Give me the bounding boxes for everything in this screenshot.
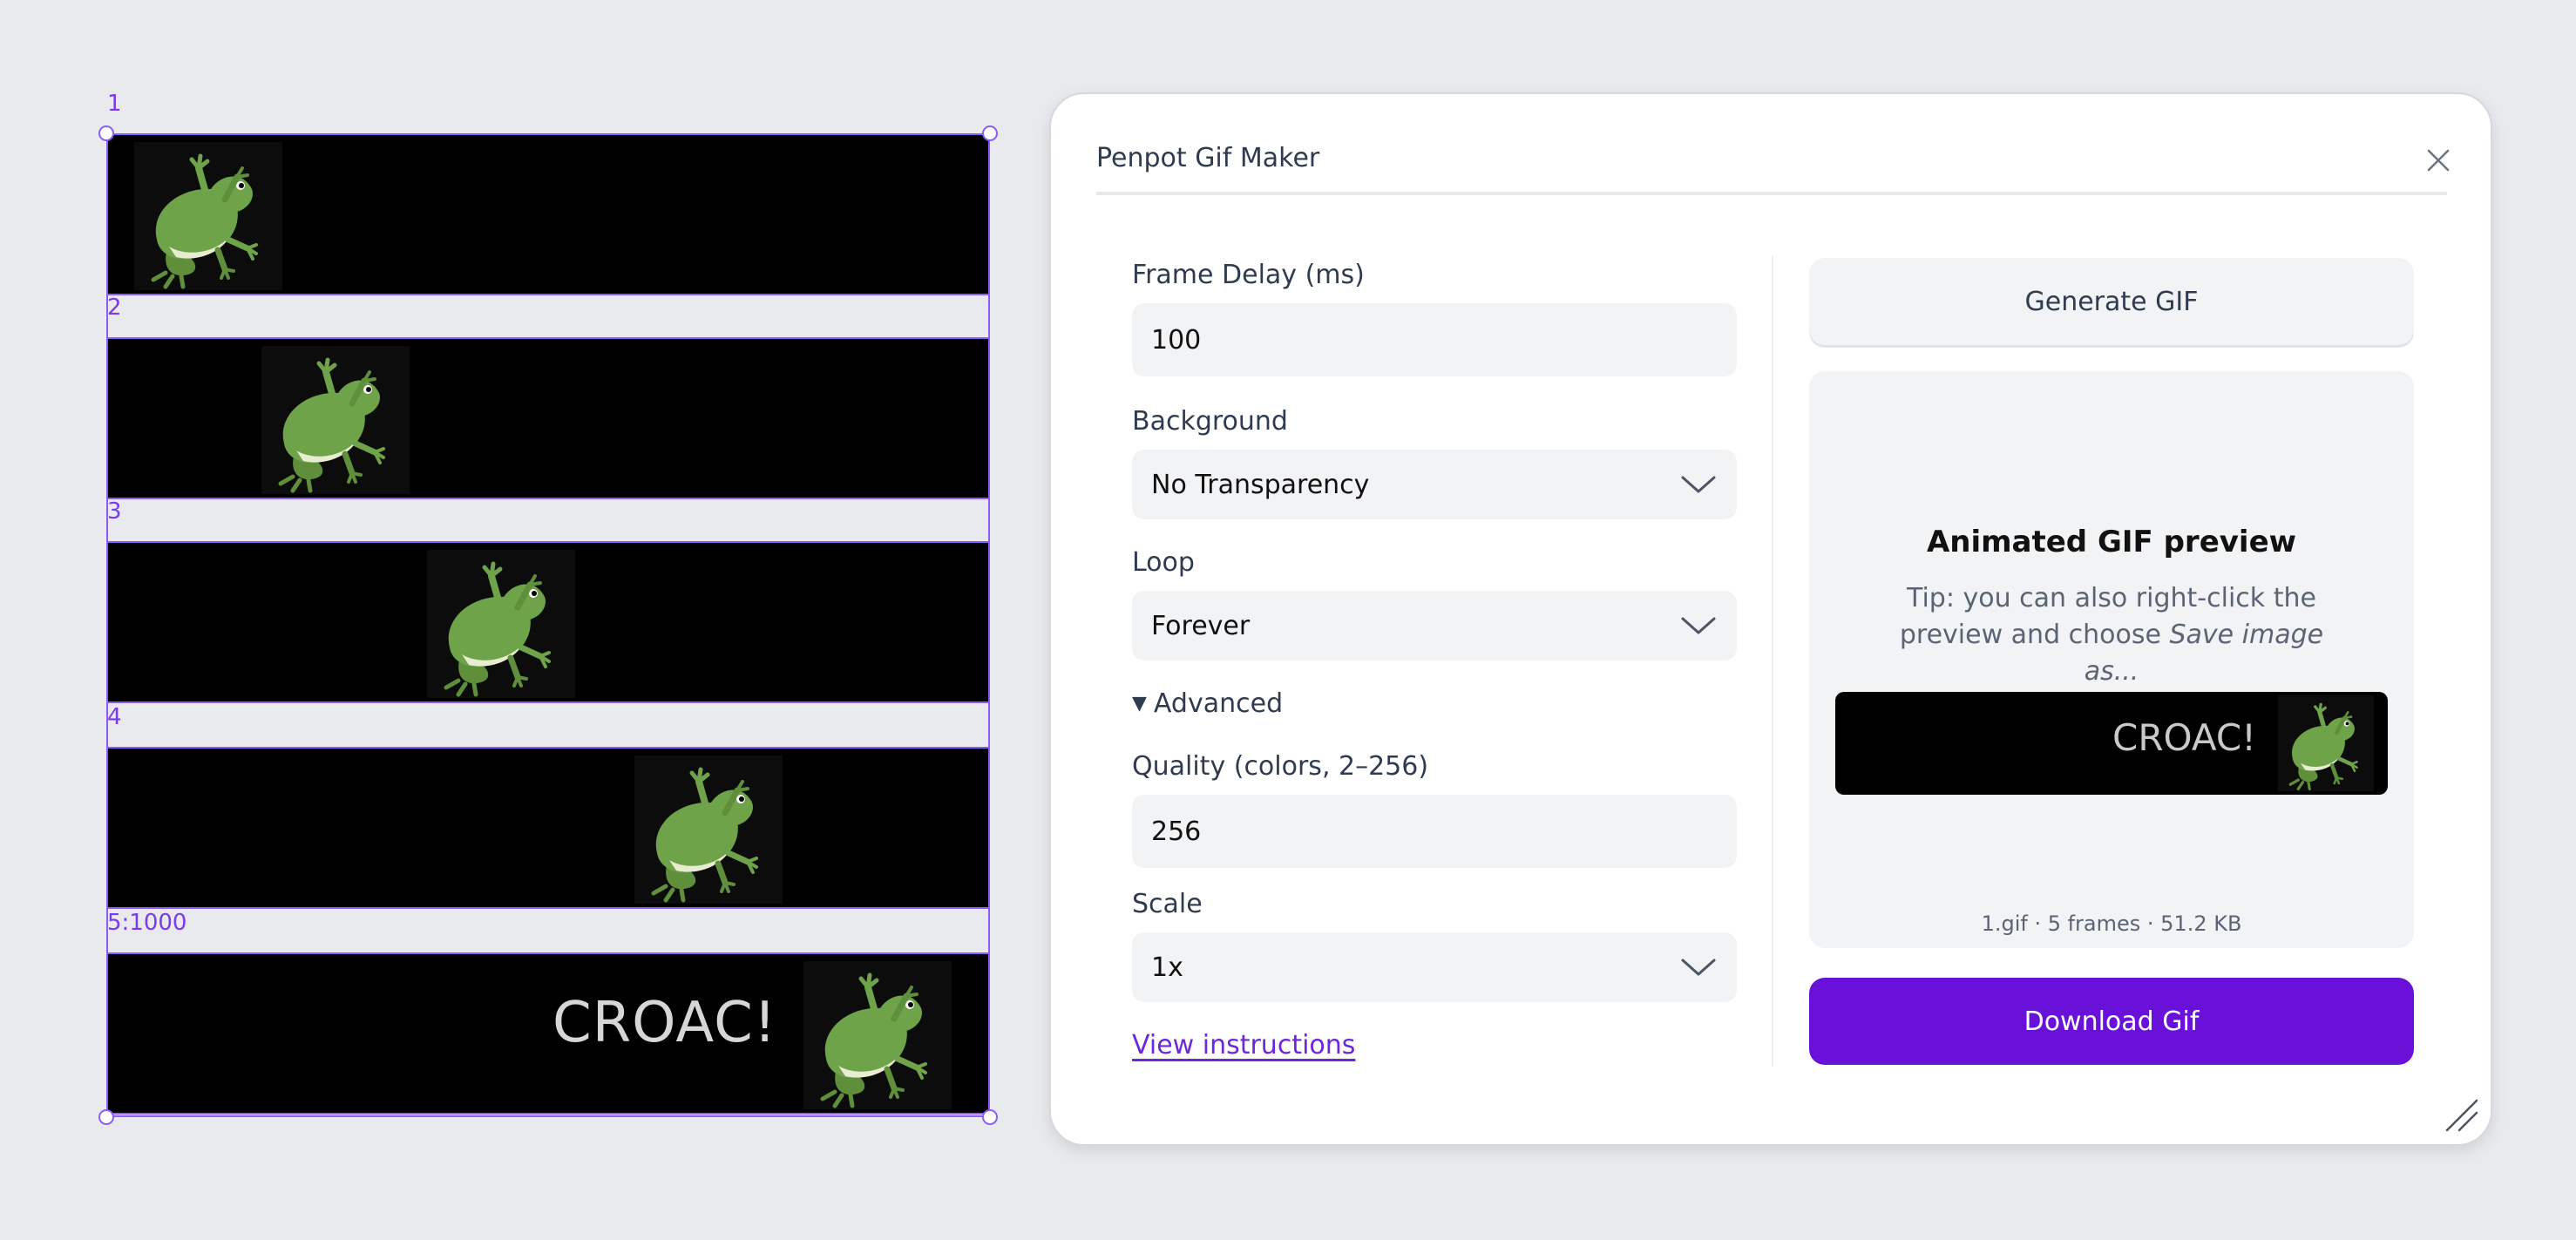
column-divider (1772, 256, 1773, 1067)
panel-title: Penpot Gif Maker (1096, 143, 1320, 173)
preview-image-text: CROAC! (2112, 716, 2256, 759)
frog-image (803, 961, 952, 1109)
frame-delay-input[interactable] (1132, 303, 1737, 376)
quality-input[interactable] (1132, 795, 1737, 868)
frog-image (134, 142, 282, 290)
chevron-down-icon (1681, 476, 1716, 493)
selection-handle-bottom-right[interactable] (982, 1109, 998, 1125)
download-gif-button[interactable]: Download Gif (1809, 978, 2414, 1065)
gif-maker-panel: Penpot Gif Maker Frame Delay (ms) Backgr… (1049, 92, 2492, 1146)
frame-label-2[interactable]: 2 (107, 295, 122, 321)
selection-handle-bottom-left[interactable] (98, 1109, 114, 1125)
background-label: Background (1132, 406, 1288, 437)
background-select[interactable]: No Transparency (1132, 450, 1737, 519)
selection-handle-top-right[interactable] (982, 125, 998, 141)
loop-select-value: Forever (1151, 610, 1251, 641)
preview-heading: Animated GIF preview (1926, 525, 2297, 559)
preview-meta: 1.gif · 5 frames · 51.2 KB (1981, 911, 2242, 936)
frog-image (427, 550, 575, 698)
loop-label: Loop (1132, 547, 1195, 578)
frame-label-3[interactable]: 3 (107, 498, 122, 525)
frame-label-4[interactable]: 4 (107, 704, 122, 730)
frame-5[interactable]: CROAC! (106, 952, 990, 1115)
frog-image (261, 346, 410, 494)
gif-preview-card: Animated GIF preview Tip: you can also r… (1809, 371, 2414, 948)
frog-image (2278, 695, 2374, 791)
title-divider (1096, 192, 2447, 195)
view-instructions-link[interactable]: View instructions (1132, 1030, 1355, 1060)
gif-preview-image[interactable]: CROAC! (1835, 692, 2388, 795)
resize-grip-icon[interactable] (2442, 1095, 2478, 1132)
frame-2[interactable] (106, 337, 990, 499)
frog-image (634, 756, 783, 904)
frame-delay-label: Frame Delay (ms) (1132, 260, 1365, 290)
advanced-toggle[interactable]: ▼ Advanced (1132, 688, 1283, 719)
frame-3[interactable] (106, 541, 990, 703)
advanced-label: Advanced (1153, 688, 1284, 719)
generate-gif-button[interactable]: Generate GIF (1809, 258, 2414, 345)
scale-label: Scale (1132, 889, 1203, 919)
selection-handle-top-left[interactable] (98, 125, 114, 141)
chevron-down-icon (1681, 959, 1716, 976)
frame-label-1[interactable]: 1 (107, 91, 122, 117)
scale-select[interactable]: 1x (1132, 932, 1737, 1002)
loop-select[interactable]: Forever (1132, 591, 1737, 661)
background-select-value: No Transparency (1151, 469, 1370, 500)
frame-4[interactable] (106, 747, 990, 909)
frame-1[interactable] (106, 133, 990, 295)
frame-label-5[interactable]: 5:1000 (107, 910, 186, 936)
chevron-down-icon (1681, 617, 1716, 634)
close-icon (2427, 149, 2450, 172)
triangle-down-icon: ▼ (1132, 693, 1147, 715)
close-button[interactable] (2421, 143, 2456, 178)
preview-tip: Tip: you can also right-click the previe… (1896, 580, 2327, 690)
scale-select-value: 1x (1151, 952, 1183, 983)
frame-text: CROAC! (552, 991, 777, 1055)
quality-label: Quality (colors, 2–256) (1132, 751, 1429, 782)
